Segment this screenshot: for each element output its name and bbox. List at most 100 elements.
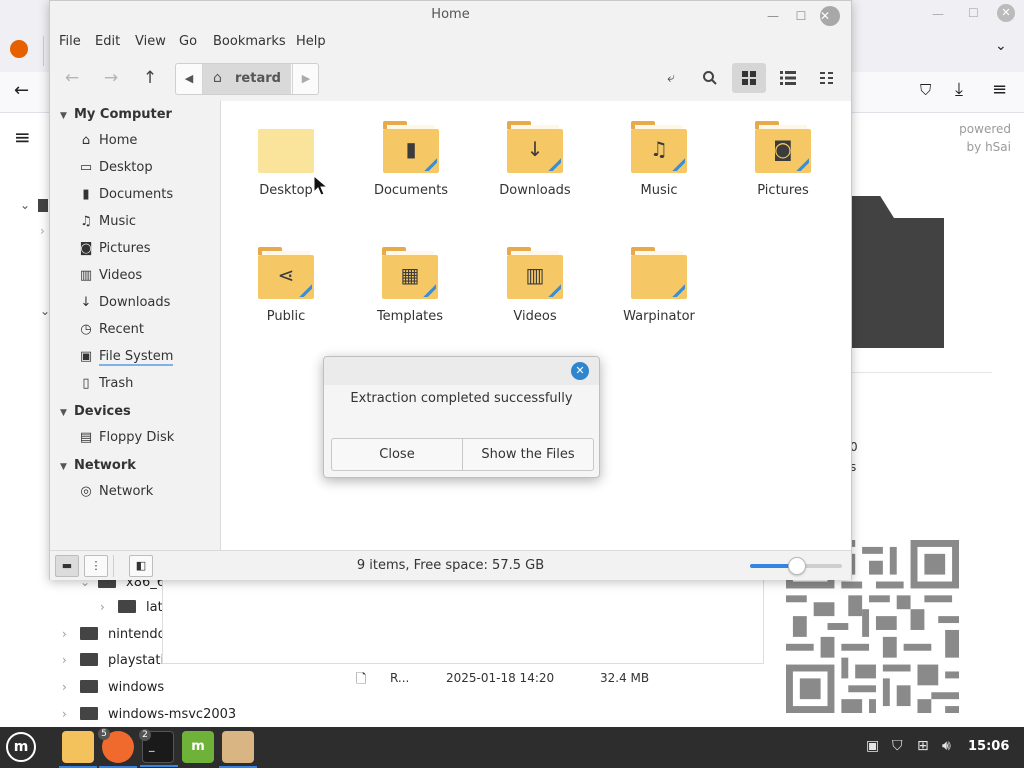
path-scroll-left-icon[interactable]: ◀ [176,64,203,94]
browser-close-icon[interactable]: ✕ [997,4,1015,22]
shield-icon[interactable]: ⛉ [892,738,903,754]
toggle-location-icon[interactable]: ⤶ [656,63,686,93]
menu-file[interactable]: File [59,34,81,49]
tree-row[interactable]: › nintendo [62,621,166,647]
file-item-videos[interactable]: ▥ Videos [480,247,590,324]
section-my-computer[interactable]: ▼ My Computer [60,107,172,122]
archive-manager-icon[interactable] [219,731,257,768]
file-item-documents[interactable]: ▮ Documents [356,121,466,198]
recent-icon: ◷ [80,322,92,337]
folder-icon [80,680,98,693]
sidebar-item-network[interactable]: ◎ Network [77,481,153,503]
mint-menu-icon[interactable]: m [6,732,36,762]
sidebar-item-floppy-disk[interactable]: ▤ Floppy Disk [77,427,174,449]
sidebar-item-desktop[interactable]: ▭ Desktop [77,157,153,179]
file-item-music[interactable]: ♫ Music [604,121,714,198]
firefox-app-icon[interactable]: 5 [98,728,137,768]
terminal-app-icon[interactable]: _ 2 [139,729,178,767]
title-bar[interactable]: Home — ☐ ✕ [50,1,851,31]
sidebar-item-videos[interactable]: ▥ Videos [77,265,142,287]
menu-go[interactable]: Go [179,34,197,49]
menu-view[interactable]: View [135,34,166,49]
search-icon[interactable] [695,63,725,93]
tree-row[interactable]: › late [100,594,171,620]
browser-maximize-icon[interactable]: ☐ [968,6,979,20]
sidebar-item-music[interactable]: ♫ Music [77,211,136,233]
menu-edit[interactable]: Edit [95,34,120,49]
update-manager-icon[interactable]: ▣ [866,738,879,754]
icon-view-button[interactable] [732,63,766,93]
path-button-home[interactable]: ⌂ retard [203,64,291,94]
close-icon[interactable]: ✕ [820,6,840,26]
tree-expander-icon[interactable]: › [40,224,45,238]
document-folder-icon: ▮ [383,121,439,173]
network-icon: ◎ [80,484,92,499]
browser-minimize-icon[interactable]: — [932,7,944,21]
sidebar-item-recent[interactable]: ◷ Recent [77,319,144,341]
forward-arrow-icon[interactable]: → [96,63,126,93]
download-icon: ↓ [80,295,92,310]
file-item-templates[interactable]: ▦ Templates [355,247,465,324]
close-icon[interactable]: ✕ [571,362,589,380]
dialog-header[interactable]: ✕ [324,357,599,385]
download-folder-icon: ↓ [507,121,563,173]
zoom-slider[interactable] [750,557,842,575]
path-scroll-right-icon[interactable]: ▶ [292,64,319,94]
window-count-badge: 2 [139,729,151,741]
home-icon: ⌂ [213,70,222,86]
software-manager-icon[interactable]: m [182,731,214,763]
collapse-caret-icon: ▼ [60,111,67,121]
toolbar: ← → ↑ ◀ ⌂ retard ▶ ⤶ [50,55,851,102]
places-sidebar: ▼ My Computer ⌂ Home ▭ Desktop ▮ Documents ♫… [50,101,221,550]
film-icon: ▥ [79,268,93,283]
sidebar-item-home[interactable]: ⌂ Home [77,130,138,152]
tab-list-chevron-icon[interactable]: ⌄ [995,38,1007,54]
menu-bookmarks[interactable]: Bookmarks [213,34,286,49]
page-menu-icon[interactable]: ≡ [14,125,31,149]
firefox-icon[interactable] [10,40,28,58]
background-panel [162,578,764,664]
extraction-dialog: ✕ Extraction completed successfully Clos… [323,356,600,478]
list-view-icon[interactable] [773,63,803,93]
compact-view-icon[interactable] [812,63,842,93]
tree-row[interactable]: › windows [62,674,164,700]
folder-icon [118,600,136,613]
tree-row[interactable]: › windows-msvc2003 [62,701,236,727]
back-arrow-icon[interactable]: ← [57,63,87,93]
menu-help[interactable]: Help [296,34,326,49]
up-arrow-icon[interactable]: ↑ [135,63,165,93]
network-icon[interactable]: ⊞ [917,738,929,754]
sidebar-item-pictures[interactable]: ◙ Pictures [77,238,151,260]
close-button[interactable]: Close [331,438,463,471]
powered-line-2: by hSai [966,140,1011,154]
tree-expander-icon[interactable]: ⌄ [20,198,30,212]
show-files-button[interactable]: Show the Files [462,438,594,471]
back-arrow-icon[interactable]: ← [14,80,29,101]
sidebar-item-documents[interactable]: ▮ Documents [77,184,173,206]
zoom-slider-handle[interactable] [788,557,806,575]
files-app-icon[interactable] [59,731,97,768]
sidebar-item-downloads[interactable]: ↓ Downloads [77,292,171,314]
file-item-pictures[interactable]: ◙ Pictures [728,121,838,198]
section-devices[interactable]: ▼ Devices [60,404,131,419]
file-item-public[interactable]: ⋖ Public [231,247,341,324]
powered-line-1: powered [959,122,1011,136]
file-size: 32.4 MB [600,671,650,685]
minimize-icon[interactable]: — [762,5,784,27]
dialog-message: Extraction completed successfully [350,391,573,406]
maximize-icon[interactable]: ☐ [790,5,812,27]
hamburger-menu-icon[interactable]: ≡ [992,79,1007,100]
file-item-warpinator[interactable]: Warpinator [604,247,714,324]
volume-icon[interactable]: 🔊︎ [942,738,951,754]
sidebar-item-file-system[interactable]: ▣ File System [77,346,174,368]
section-network[interactable]: ▼ Network [60,458,136,473]
tree-folder-icon [38,199,48,212]
pocket-icon[interactable]: ⛉ [920,81,931,99]
file-item-downloads[interactable]: ↓ Downloads [480,121,590,198]
music-icon: ♫ [80,214,92,229]
download-icon[interactable]: ⤓ [955,79,963,100]
folder-icon [80,707,98,720]
file-row[interactable]: 🗋 R... 2025-01-18 14:20 32.4 MB [356,668,676,690]
clock[interactable]: 15:06 [968,739,1009,754]
sidebar-item-trash[interactable]: ▯ Trash [77,373,133,395]
